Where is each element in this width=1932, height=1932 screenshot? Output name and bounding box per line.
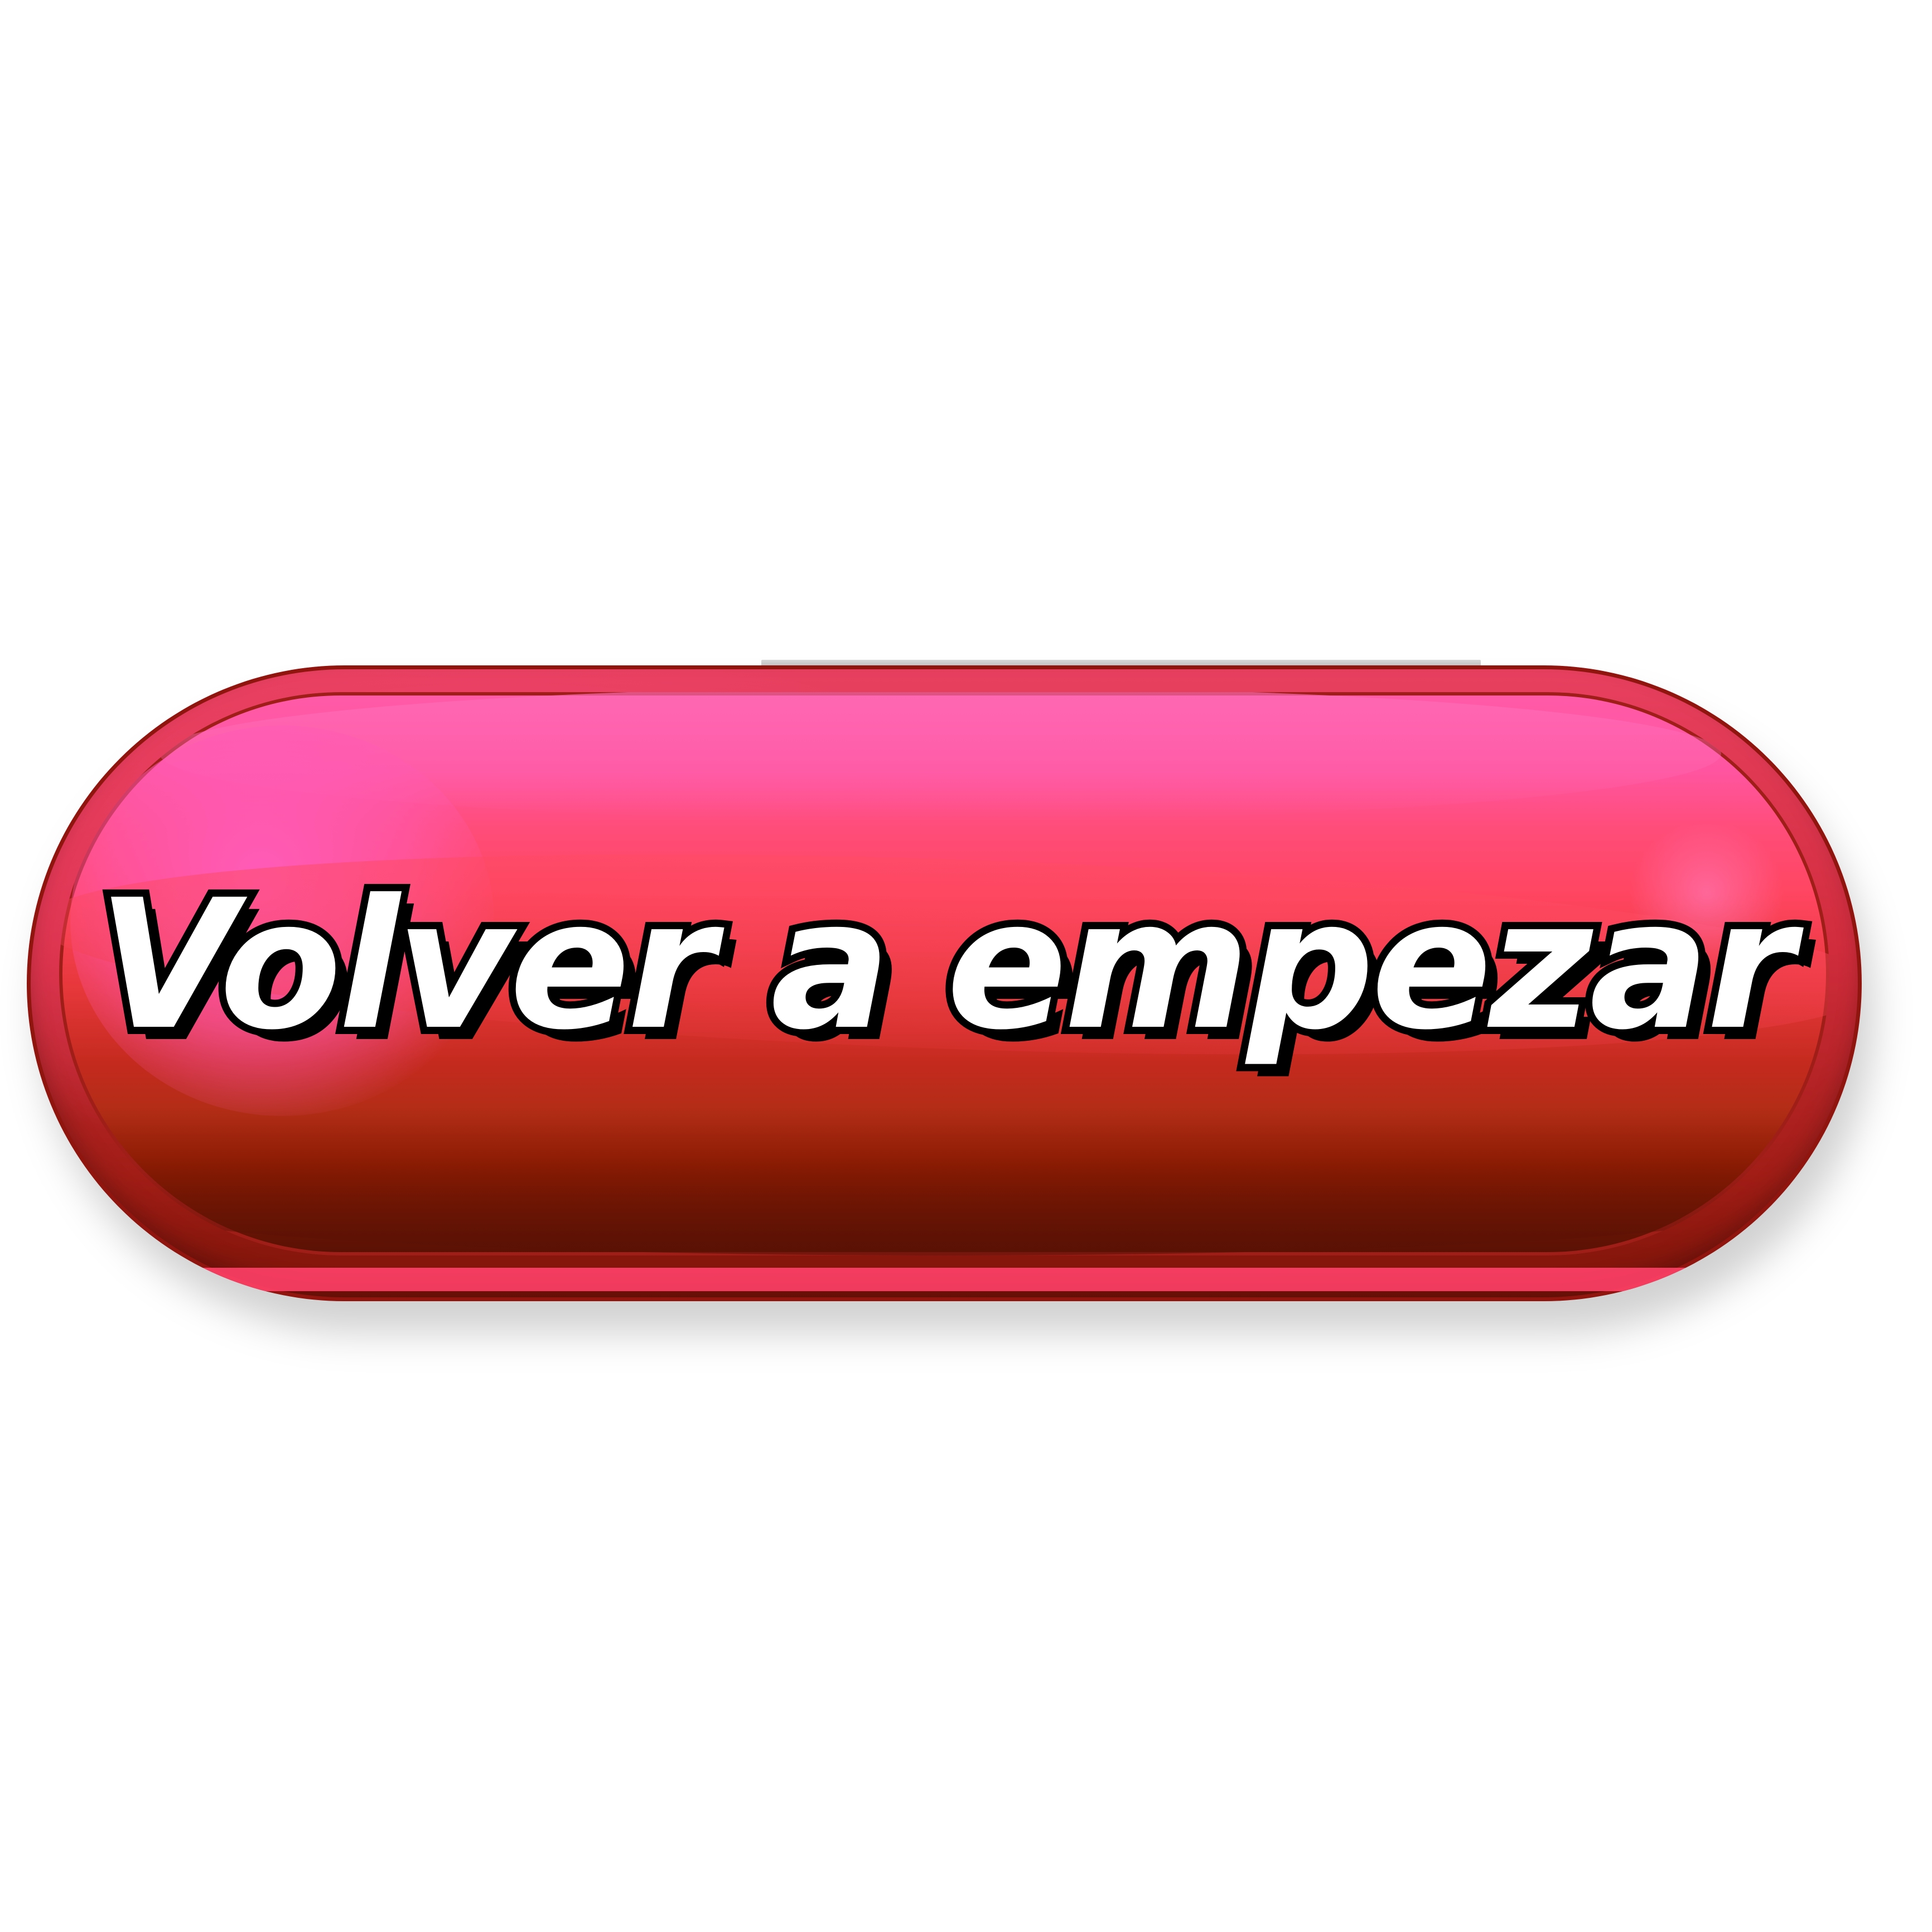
- lower-shade: [126, 1161, 1762, 1255]
- button-face[interactable]: Volver a empezar: [59, 692, 1829, 1255]
- restart-button[interactable]: Volver a empezar: [27, 665, 1862, 1301]
- canvas: Volver a empezar: [0, 0, 1932, 1932]
- button-bottom-rim: [116, 1268, 1772, 1291]
- button-label[interactable]: Volver a empezar: [59, 869, 1829, 1062]
